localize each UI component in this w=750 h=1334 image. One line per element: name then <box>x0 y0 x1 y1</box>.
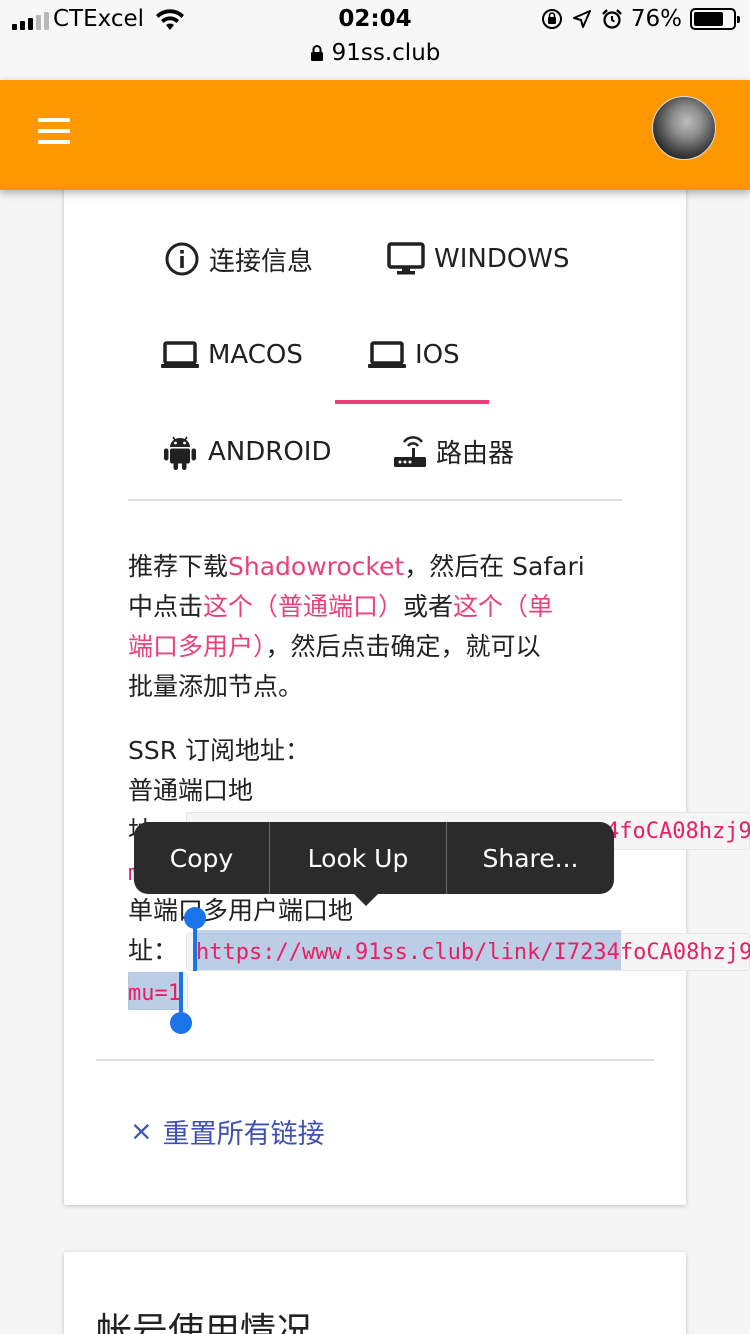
tab-macos[interactable]: MACOS <box>160 336 303 374</box>
multi-port-label-cont: 址： <box>128 936 179 965</box>
normal-port-link[interactable]: 这个（普通端口） <box>203 592 403 621</box>
info-icon <box>165 242 199 276</box>
android-icon <box>164 436 196 470</box>
alarm-icon <box>602 9 622 29</box>
multi-user-port-link[interactable]: 这个（单 <box>453 592 553 621</box>
multi-port-url-wrap[interactable]: mu=1 <box>128 981 181 1006</box>
avatar[interactable] <box>652 96 716 160</box>
close-icon: × <box>130 1116 153 1147</box>
tab-android[interactable]: ANDROID <box>160 432 331 472</box>
look-up-menu-item[interactable]: Look Up <box>270 822 446 894</box>
ssr-subscription-title: SSR 订阅地址： <box>128 736 311 765</box>
selection-end-caret <box>179 972 183 1012</box>
selection-end-handle[interactable] <box>170 1012 192 1034</box>
reset-links-label: 重置所有链接 <box>162 1119 325 1150</box>
selection-start-caret <box>193 925 197 971</box>
tab-windows[interactable]: WINDOWS <box>386 240 570 278</box>
multi-port-url[interactable]: https://www.91ss.club/link/I7234foCA08hz… <box>196 940 750 965</box>
battery-icon <box>690 8 740 30</box>
account-usage-title: 帐号使用情况 <box>96 1311 313 1334</box>
active-tab-indicator <box>335 400 489 404</box>
tab-label: IOS <box>415 340 460 370</box>
hamburger-menu-icon[interactable] <box>38 118 70 144</box>
card-divider <box>96 1059 654 1061</box>
tab-label: MACOS <box>208 340 303 370</box>
tab-connection-info[interactable]: 连接信息 <box>163 240 313 278</box>
laptop-icon <box>368 341 406 368</box>
context-menu-arrow <box>352 892 380 906</box>
orientation-lock-icon <box>541 9 562 29</box>
tab-label: 路由器 <box>436 438 515 469</box>
tab-label: WINDOWS <box>434 244 570 274</box>
tab-label: 连接信息 <box>209 246 314 277</box>
normal-port-url[interactable]: 4foCA08hzj9 <box>606 819 750 844</box>
tab-ios[interactable]: IOS <box>367 336 460 374</box>
router-icon <box>394 436 426 467</box>
tab-label: ANDROID <box>208 437 332 467</box>
url-text[interactable]: 91ss.club <box>332 40 441 66</box>
battery-percent: 76% <box>630 6 682 32</box>
multi-port-label: 单端口多用户端口地 <box>128 896 354 925</box>
ios-status-bar: CTExcel 02:04 76% 91ss.club <box>0 0 750 80</box>
address-bar[interactable]: 91ss.club <box>0 40 750 66</box>
copy-menu-item[interactable]: Copy <box>134 822 269 894</box>
lock-icon <box>310 45 323 61</box>
text-context-menu: Copy Look Up Share... <box>134 822 614 894</box>
reset-links-button[interactable]: × 重置所有链接 <box>130 1112 325 1151</box>
laptop-icon <box>161 341 199 368</box>
share-menu-item[interactable]: Share... <box>447 822 614 894</box>
location-arrow-icon <box>572 10 591 28</box>
normal-port-label: 普通端口地 <box>128 776 254 805</box>
ios-instructions: 推荐下载Shadowrocket，然后在 Safari 中点击这个（普通端口）或… <box>128 552 585 701</box>
shadowrocket-link[interactable]: Shadowrocket <box>228 552 404 581</box>
tabs-divider <box>128 499 622 501</box>
app-bar <box>0 80 750 190</box>
desktop-icon <box>387 242 425 275</box>
tab-router[interactable]: 路由器 <box>392 432 514 470</box>
multi-user-port-link-cont[interactable]: 端口多用户） <box>128 632 266 661</box>
account-usage-card: 帐号使用情况 <box>64 1252 686 1334</box>
